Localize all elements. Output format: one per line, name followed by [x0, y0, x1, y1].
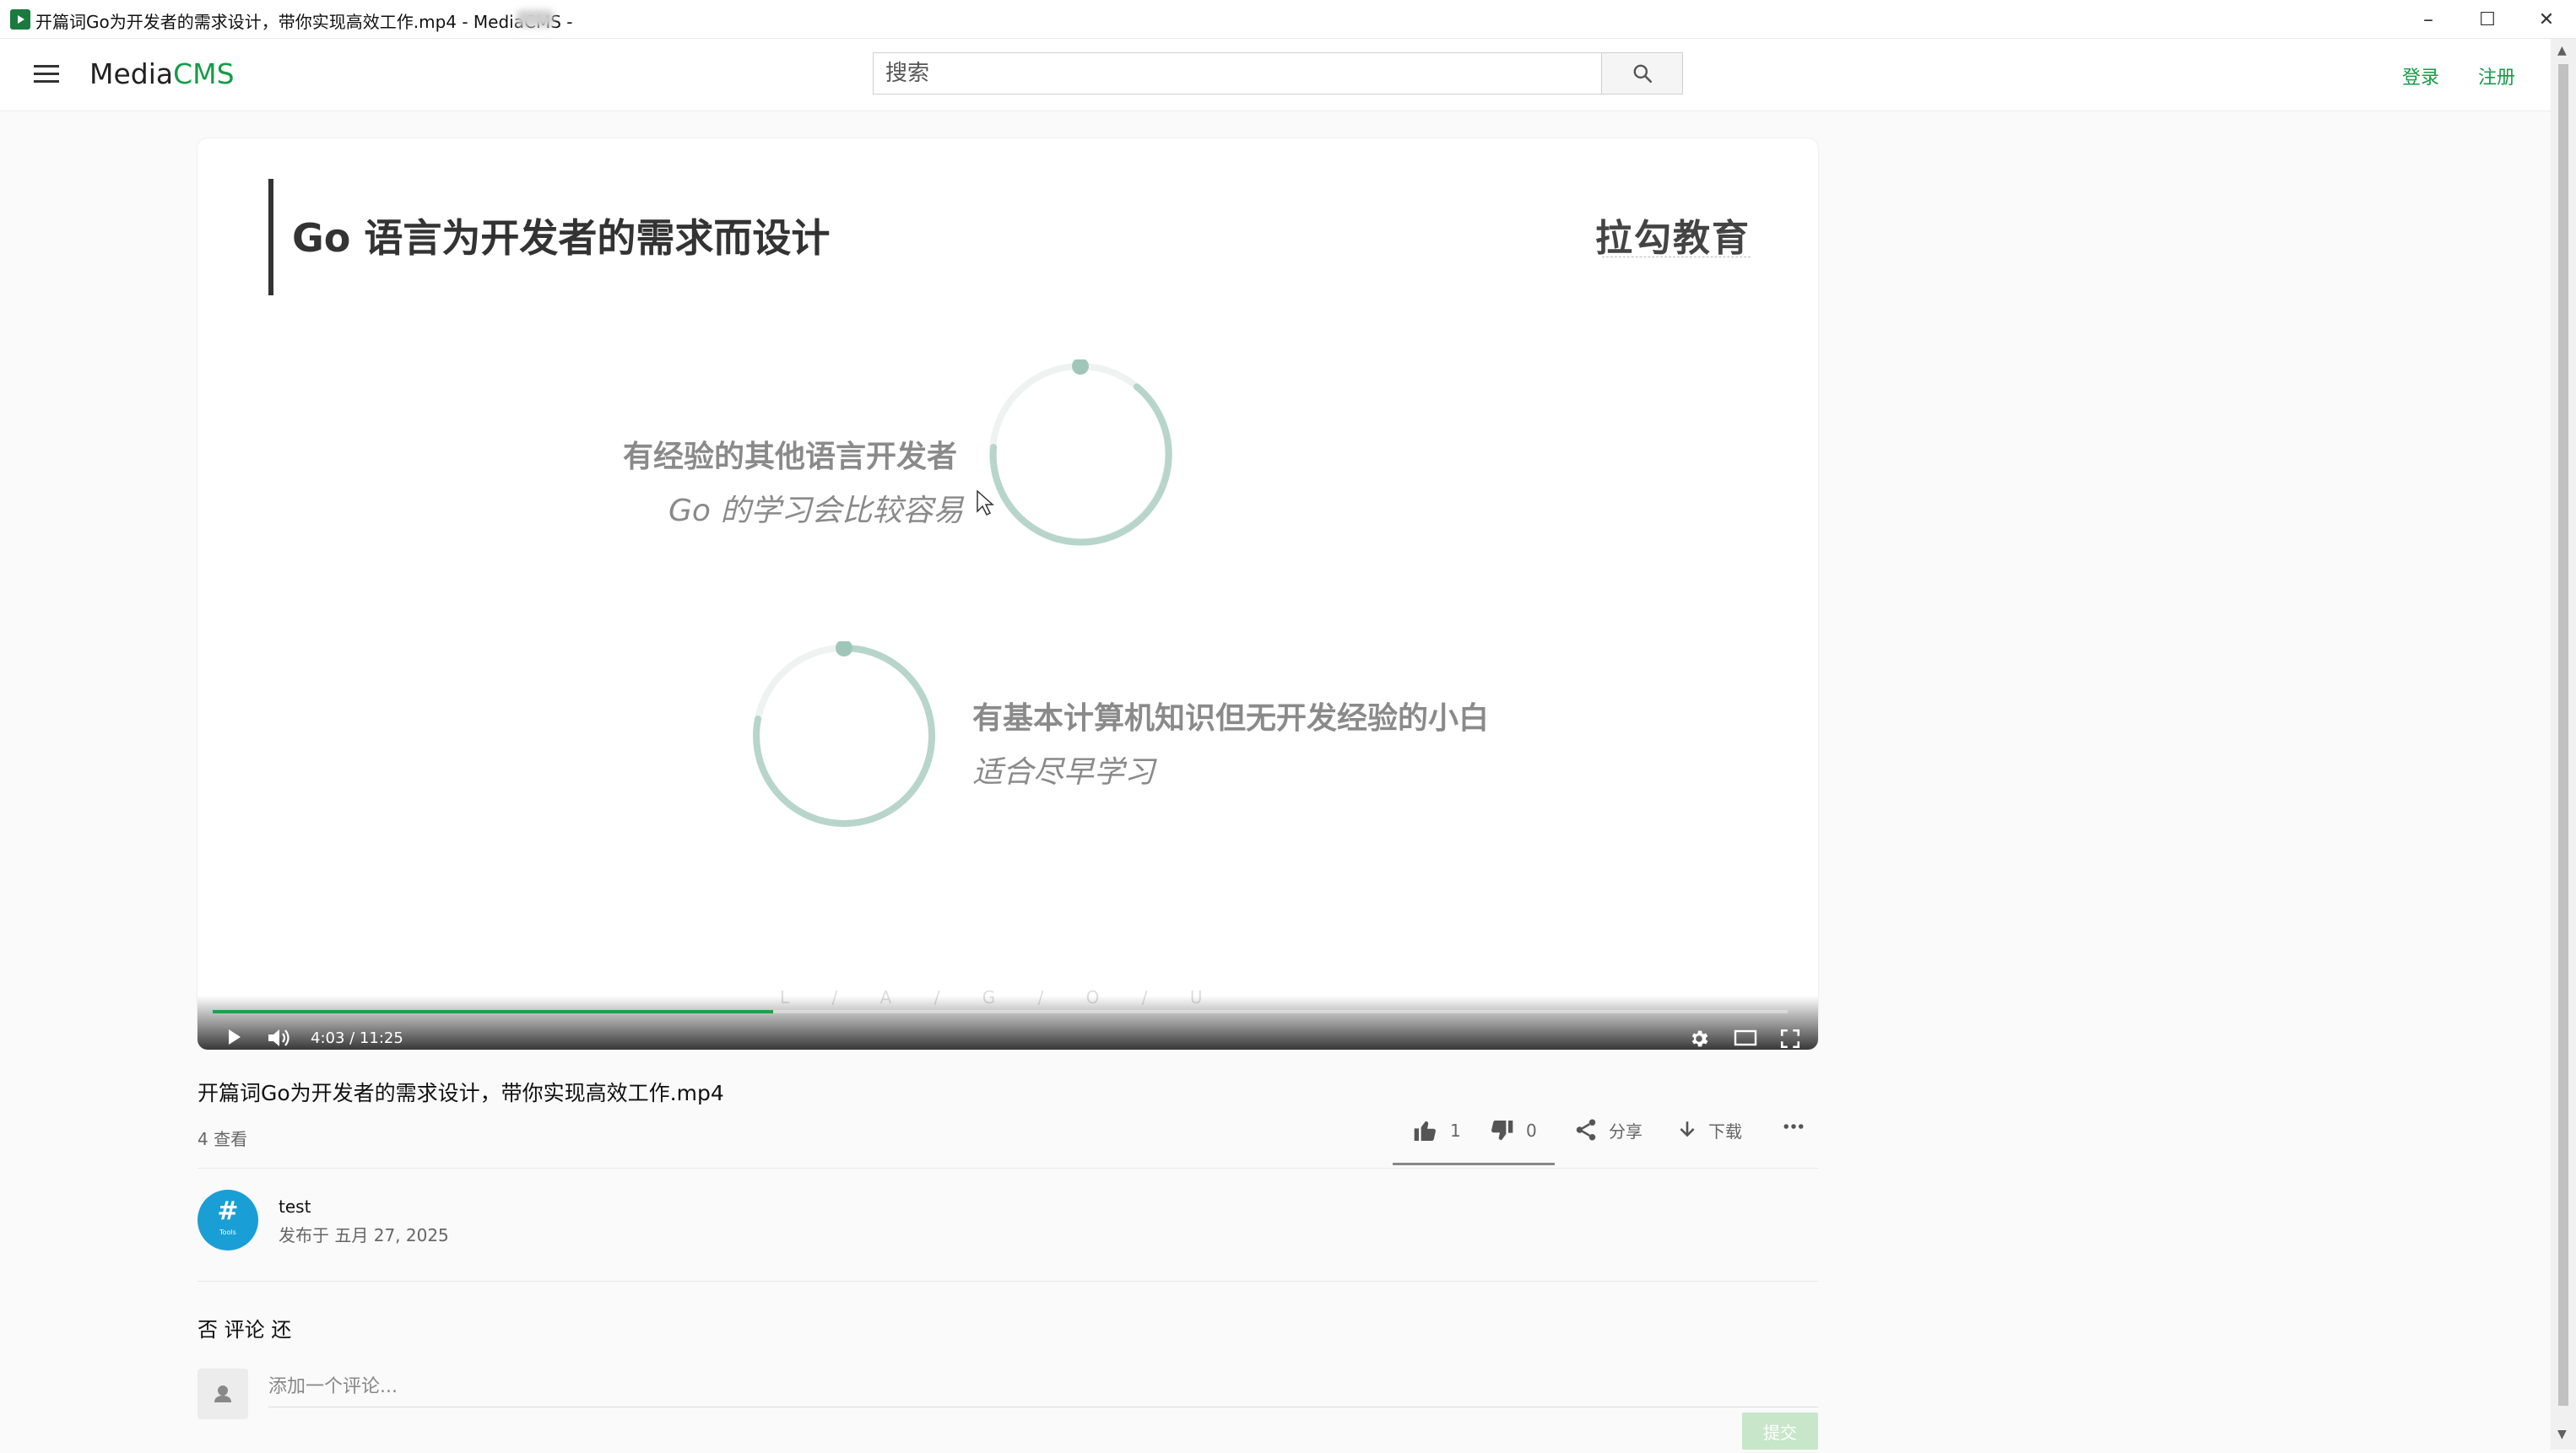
video-progress-played — [213, 1010, 774, 1013]
slide-title-bar — [268, 179, 273, 295]
theater-mode-icon[interactable] — [1734, 1028, 1757, 1048]
mouse-cursor-icon — [977, 489, 994, 516]
divider — [198, 1281, 1818, 1282]
thumbs-down-icon — [1491, 1121, 1513, 1141]
download-arrow-icon — [1680, 1121, 1695, 1137]
minimize-button[interactable]: – — [2399, 0, 2458, 39]
play-icon[interactable] — [226, 1028, 243, 1046]
share-label: 分享 — [1609, 1121, 1642, 1142]
share-icon — [1576, 1119, 1596, 1141]
more-options-button[interactable] — [1781, 1114, 1806, 1139]
scroll-down-arrow[interactable]: ▼ — [2557, 1428, 2567, 1441]
search-icon — [1633, 64, 1652, 84]
logo-media-text: Media — [89, 57, 174, 90]
progress-ring-2 — [753, 641, 935, 827]
comment-user-avatar — [198, 1369, 248, 1419]
submit-comment-button[interactable]: 提交 — [1742, 1412, 1818, 1450]
page-scrollbar[interactable]: ▲ ▼ — [2551, 39, 2576, 1450]
slide-logo-underline — [1602, 257, 1751, 262]
comment-input[interactable] — [268, 1367, 1818, 1407]
like-button[interactable]: 1 — [1411, 1117, 1461, 1144]
fullscreen-icon[interactable] — [1779, 1028, 1801, 1050]
slide-title: Go 语言为开发者的需求而设计 — [292, 215, 831, 261]
media-title: 开篇词Go为开发者的需求设计，带你实现高效工作.mp4 — [198, 1081, 724, 1105]
author-name[interactable]: test — [279, 1196, 311, 1217]
video-progress-bar[interactable] — [213, 1010, 1788, 1013]
avatar-symbol: # — [217, 1196, 239, 1226]
author-avatar[interactable]: # Tools — [198, 1190, 258, 1250]
dislike-button[interactable]: 0 — [1487, 1117, 1537, 1144]
site-logo[interactable]: MediaCMS — [89, 57, 235, 90]
avatar-subtext: Tools — [219, 1229, 236, 1236]
download-label: 下载 — [1708, 1121, 1742, 1142]
share-button[interactable]: 分享 — [1573, 1117, 1642, 1142]
video-controls: 4:03 / 11:25 — [198, 996, 1818, 1050]
search-button[interactable] — [1601, 53, 1682, 94]
maximize-button[interactable]: ☐ — [2458, 0, 2517, 39]
like-ratio-bar — [1393, 1163, 1555, 1165]
volume-icon[interactable] — [267, 1028, 292, 1048]
window-title: 开篇词Go为开发者的需求设计，带你实现高效工作.mp4 - MediaCMS - — [35, 12, 573, 32]
video-time: 4:03 / 11:25 — [311, 1029, 403, 1047]
user-icon — [214, 1385, 231, 1402]
logo-cms-text: CMS — [173, 57, 235, 90]
window-titlebar: 开篇词Go为开发者的需求设计，带你实现高效工作.mp4 - MediaCMS -… — [0, 0, 2576, 39]
register-link[interactable]: 注册 — [2478, 62, 2515, 89]
app-icon — [10, 9, 30, 30]
thumbs-up-icon — [1414, 1121, 1436, 1141]
dislike-count: 0 — [1526, 1121, 1537, 1141]
scroll-up-arrow[interactable]: ▲ — [2557, 44, 2567, 57]
search-box — [873, 52, 1683, 95]
more-horizontal-icon — [1783, 1124, 1804, 1129]
publish-date: 发布于 五月 27, 2025 — [279, 1225, 449, 1245]
menu-icon[interactable] — [34, 65, 59, 84]
close-button[interactable]: ✕ — [2517, 0, 2576, 39]
slide-point1-text: Go 的学习会比较容易 — [668, 494, 964, 528]
like-count: 1 — [1450, 1121, 1461, 1141]
download-button[interactable]: 下载 — [1676, 1117, 1742, 1142]
site-header: MediaCMS 登录 注册 — [0, 39, 2551, 111]
progress-ring-1 — [989, 359, 1172, 546]
scroll-thumb[interactable] — [2558, 64, 2568, 1406]
slide-point1-heading: 有经验的其他语言开发者 — [623, 440, 958, 474]
slide-logo: 拉勾教育 — [1595, 217, 1751, 260]
slide-point2-heading: 有基本计算机知识但无开发经验的小白 — [972, 701, 1490, 736]
comments-heading: 否 评论 还 — [198, 1318, 292, 1342]
slide-point2-text: 适合尽早学习 — [972, 755, 1155, 790]
divider — [198, 1168, 1818, 1169]
media-actions: 1 0 分享 下载 — [1393, 1107, 1818, 1166]
settings-gear-icon[interactable] — [1688, 1028, 1710, 1050]
redacted-text — [517, 10, 554, 27]
search-input[interactable] — [874, 53, 1601, 94]
view-count: 4 查看 — [198, 1129, 248, 1149]
video-player[interactable]: Go 语言为开发者的需求而设计 拉勾教育 有经验的其他语言开发者 Go 的学习会… — [198, 138, 1818, 1050]
login-link[interactable]: 登录 — [2402, 62, 2439, 89]
